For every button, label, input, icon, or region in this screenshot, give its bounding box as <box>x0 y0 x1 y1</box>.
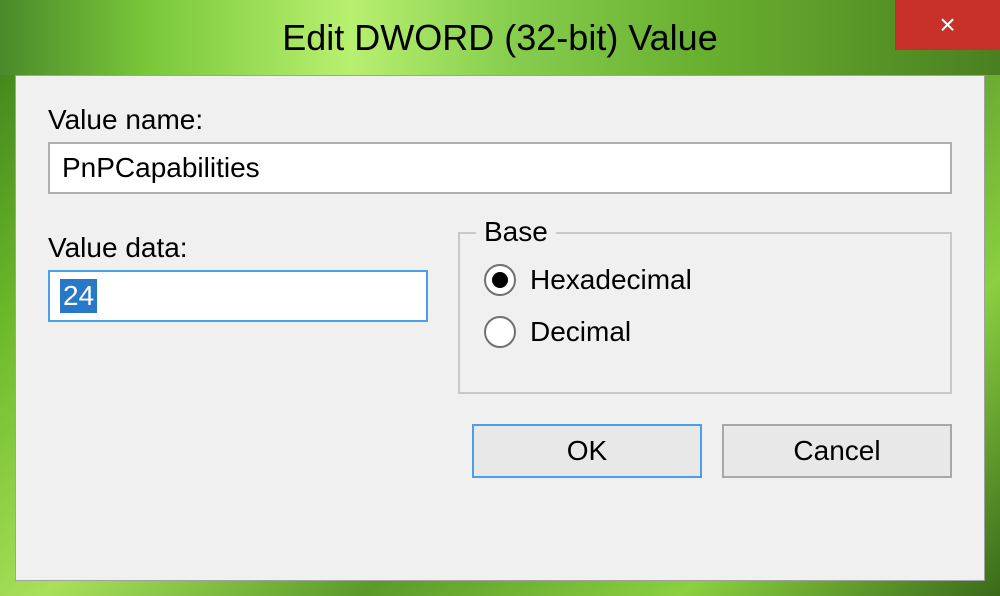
base-legend: Base <box>476 216 556 248</box>
radio-circle-icon <box>484 264 516 296</box>
radio-decimal-label: Decimal <box>530 316 631 348</box>
value-name-label: Value name: <box>48 104 952 136</box>
value-data-label: Value data: <box>48 232 428 264</box>
button-row: OK Cancel <box>48 424 952 478</box>
cancel-button[interactable]: Cancel <box>722 424 952 478</box>
dialog-title: Edit DWORD (32-bit) Value <box>282 17 717 59</box>
dialog-content: Value name: Value data: 24 Base Hexadeci… <box>15 75 985 581</box>
close-icon: × <box>939 9 955 41</box>
close-button[interactable]: × <box>895 0 1000 50</box>
radio-decimal[interactable]: Decimal <box>484 316 926 348</box>
value-name-input[interactable] <box>48 142 952 194</box>
radio-hexadecimal-label: Hexadecimal <box>530 264 692 296</box>
value-data-selected-text: 24 <box>60 279 97 313</box>
ok-button[interactable]: OK <box>472 424 702 478</box>
edit-dword-dialog: Edit DWORD (32-bit) Value × Value name: … <box>0 0 1000 596</box>
titlebar[interactable]: Edit DWORD (32-bit) Value × <box>0 0 1000 75</box>
radio-hexadecimal[interactable]: Hexadecimal <box>484 264 926 296</box>
base-fieldset: Base Hexadecimal Decimal <box>458 232 952 394</box>
radio-circle-icon <box>484 316 516 348</box>
radio-dot-icon <box>492 272 508 288</box>
value-data-input[interactable]: 24 <box>48 270 428 322</box>
